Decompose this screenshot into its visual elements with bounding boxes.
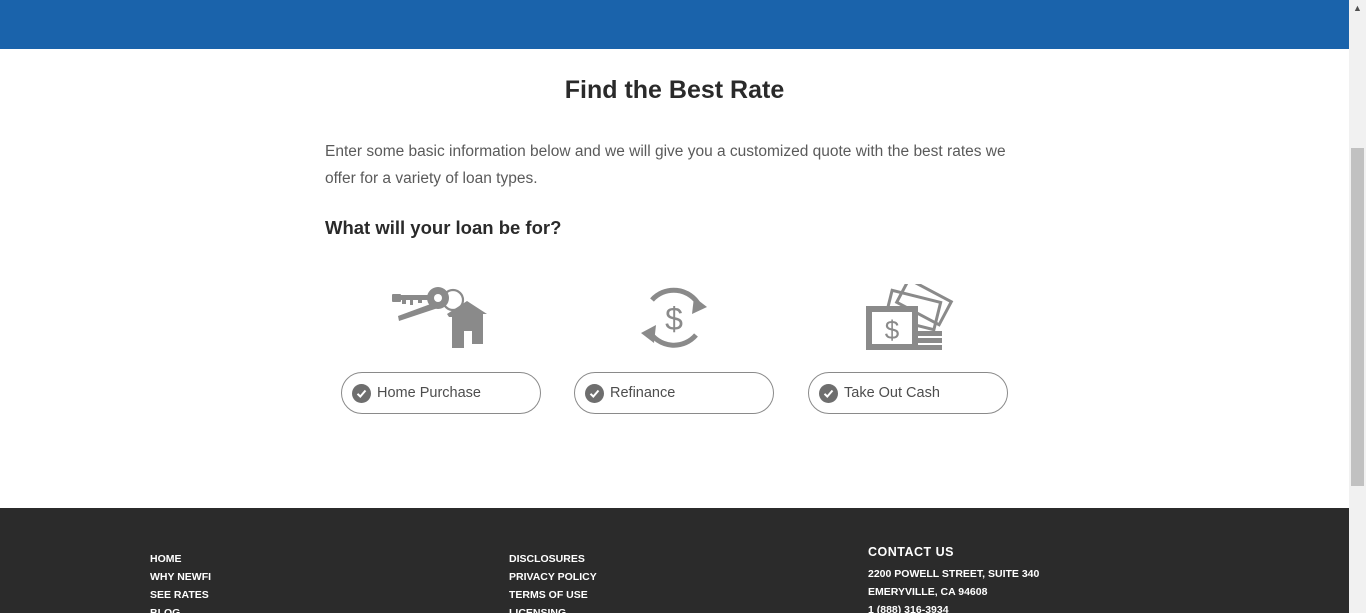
footer-nav-primary: HOME WHY NEWFI SEE RATES BLOG	[150, 550, 211, 613]
home-purchase-label: Home Purchase	[377, 385, 481, 401]
checkmark-icon	[352, 383, 371, 403]
footer-link-see-rates[interactable]: SEE RATES	[150, 586, 211, 604]
contact-address-line-1: 2200 POWELL STREET, SUITE 340	[868, 568, 1040, 580]
footer-link-home[interactable]: HOME	[150, 550, 211, 568]
svg-text:$: $	[885, 315, 900, 345]
site-footer: HOME WHY NEWFI SEE RATES BLOG DISCLOSURE…	[0, 508, 1349, 613]
footer-link-privacy-policy[interactable]: PRIVACY POLICY	[509, 568, 597, 586]
footer-link-blog[interactable]: BLOG	[150, 604, 211, 613]
page-title: Find the Best Rate	[564, 76, 785, 104]
refinance-dollar-icon[interactable]: $	[639, 285, 709, 353]
intro-text: Enter some basic information below and w…	[325, 138, 1045, 192]
top-header-bar	[0, 0, 1349, 49]
scroll-up-arrow-icon[interactable]: ▲	[1349, 0, 1366, 17]
footer-link-licensing[interactable]: LICENSING	[509, 604, 597, 613]
intro-line-2: offer for a variety of loan types.	[325, 170, 538, 187]
cash-stack-icon[interactable]: $	[864, 284, 954, 354]
footer-link-disclosures[interactable]: DISCLOSURES	[509, 550, 597, 568]
footer-link-why-newfi[interactable]: WHY NEWFI	[150, 568, 211, 586]
refinance-label: Refinance	[610, 385, 676, 401]
page-scrollbar[interactable]: ▲	[1349, 0, 1366, 613]
intro-line-1: Enter some basic information below and w…	[325, 143, 1006, 160]
contact-address-line-2: EMERYVILLE, CA 94608	[868, 586, 988, 598]
scrollbar-thumb[interactable]	[1351, 148, 1364, 486]
loan-purpose-question: What will your loan be for?	[325, 217, 562, 238]
contact-phone[interactable]: 1 (888) 316-3934	[868, 604, 949, 613]
house-keys-icon[interactable]	[392, 284, 490, 354]
footer-nav-legal: DISCLOSURES PRIVACY POLICY TERMS OF USE …	[509, 550, 597, 613]
home-purchase-button[interactable]: Home Purchase	[341, 372, 541, 414]
checkmark-icon	[819, 383, 838, 403]
take-out-cash-button[interactable]: Take Out Cash	[808, 372, 1008, 414]
refinance-button[interactable]: Refinance	[574, 372, 774, 414]
contact-heading: CONTACT US	[868, 545, 955, 559]
svg-text:$: $	[665, 301, 683, 337]
checkmark-icon	[585, 383, 604, 403]
footer-link-terms-of-use[interactable]: TERMS OF USE	[509, 586, 597, 604]
take-out-cash-label: Take Out Cash	[844, 385, 940, 401]
